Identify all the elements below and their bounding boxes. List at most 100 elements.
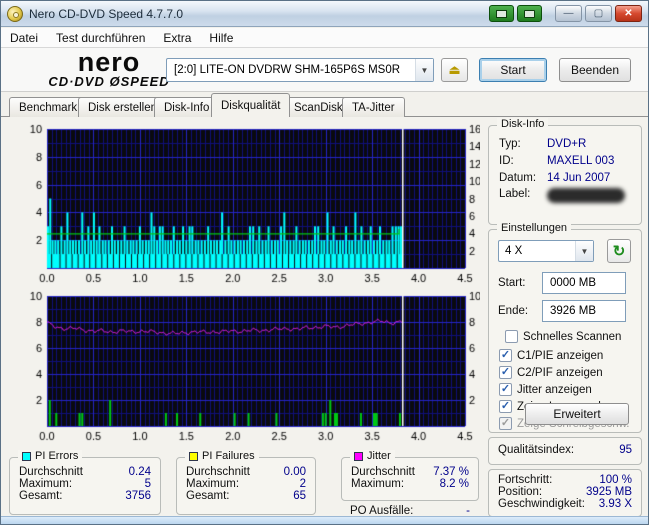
end-field-label: Ende:: [498, 305, 542, 317]
drive-select[interactable]: [2:0] LITE-ON DVDRW SHM-165P6S MS0R ▼: [166, 58, 434, 82]
position-label: Position:: [498, 486, 542, 498]
tab-disk-info[interactable]: Disk-Info: [154, 97, 219, 117]
menu-extra[interactable]: Extra: [154, 29, 200, 47]
refresh-button[interactable]: ↻: [607, 239, 631, 263]
tab-diskqualitaet[interactable]: Diskqualität: [211, 93, 290, 117]
avg-label: Durchschnitt: [19, 466, 83, 478]
checkbox-c2-pif[interactable]: ✓ C2/PIF anzeigen: [499, 366, 603, 379]
floppy-icon: [524, 10, 535, 18]
maximize-button[interactable]: ▢: [585, 5, 612, 22]
jitter-box: Jitter Durchschnitt 7.37 % Maximum: 8.2 …: [341, 457, 479, 501]
screenshot-icon: [496, 10, 507, 18]
jitter-title: Jitter: [367, 450, 391, 462]
jitter-chart: [8, 289, 480, 447]
checkbox-checked-icon: ✓: [499, 400, 512, 413]
disk-datum-label: Datum:: [499, 172, 547, 184]
pi-errors-title: PI Errors: [35, 450, 78, 462]
progress-label: Fortschritt:: [498, 474, 552, 486]
tab-ta-jitter[interactable]: TA-Jitter: [342, 97, 405, 117]
pi-failures-swatch-icon: [189, 452, 198, 461]
tab-strip: Benchmark Disk erstellen Disk-Info Diskq…: [1, 93, 648, 117]
checkbox-checked-icon: ✓: [499, 349, 512, 362]
pi-failures-title: PI Failures: [202, 450, 255, 462]
checkbox-checked-icon: ✓: [499, 417, 512, 430]
max-value: 2: [300, 478, 306, 490]
disk-datum-value: 14 Jun 2007: [547, 172, 610, 184]
speed-select[interactable]: 4 X ▼: [498, 240, 594, 262]
checkbox-checked-icon: ✓: [499, 383, 512, 396]
disk-label-label: Label:: [499, 188, 547, 203]
end-field[interactable]: 3926 MB: [542, 300, 626, 322]
disk-typ-label: Typ:: [499, 138, 547, 150]
drive-select-value: [2:0] LITE-ON DVDRW SHM-165P6S MS0R: [167, 64, 415, 76]
disk-id-value: MAXELL 003: [547, 155, 614, 167]
close-button[interactable]: ✕: [615, 5, 642, 22]
checkbox-label: C1/PIE anzeigen: [517, 350, 603, 362]
start-field-label: Start:: [498, 277, 542, 289]
chevron-down-icon[interactable]: ▼: [415, 59, 433, 81]
tab-benchmark[interactable]: Benchmark: [9, 97, 87, 117]
progress-box: Fortschritt: 100 % Position: 3925 MB Ges…: [488, 469, 642, 517]
quality-index-value: 95: [619, 444, 632, 456]
disk-info-group: Disk-Info Typ:DVD+R ID:MAXELL 003 Datum:…: [488, 125, 642, 225]
save-image-button[interactable]: [517, 5, 542, 22]
disk-info-title: Disk-Info: [497, 118, 548, 130]
checkbox-checked-icon: ✓: [499, 366, 512, 379]
checkbox-icon: [505, 330, 518, 343]
checkbox-label: C2/PIF anzeigen: [517, 367, 603, 379]
checkbox-label: Jitter anzeigen: [517, 384, 592, 396]
total-label: Gesamt:: [186, 490, 229, 502]
max-label: Maximum:: [351, 478, 404, 490]
checkbox-schnelles-scannen[interactable]: Schnelles Scannen: [505, 330, 621, 343]
progress-value: 100 %: [599, 474, 632, 486]
quit-button[interactable]: Beenden: [559, 58, 631, 82]
screenshot-button[interactable]: [489, 5, 514, 22]
total-value: 3756: [125, 490, 151, 502]
tab-content: Disk-Info Typ:DVD+R ID:MAXELL 003 Datum:…: [1, 117, 648, 518]
minimize-button[interactable]: —: [555, 5, 582, 22]
window-title: Nero CD-DVD Speed 4.7.7.0: [29, 7, 486, 21]
speed-label: Geschwindigkeit:: [498, 498, 585, 510]
start-field[interactable]: 0000 MB: [542, 272, 626, 294]
header-band: nero CD·DVD ØSPEED [2:0] LITE-ON DVDRW S…: [1, 48, 648, 92]
max-label: Maximum:: [186, 478, 239, 490]
app-window: Nero CD-DVD Speed 4.7.7.0 — ▢ ✕ Datei Te…: [0, 0, 649, 525]
avg-value: 0.24: [129, 466, 151, 478]
total-label: Gesamt:: [19, 490, 62, 502]
speed-value: 3.93 X: [599, 498, 632, 510]
checkbox-c1-pie[interactable]: ✓ C1/PIE anzeigen: [499, 349, 603, 362]
window-bottom-border: [1, 516, 648, 524]
app-disc-icon: [7, 6, 23, 22]
checkbox-label: Schnelles Scannen: [523, 331, 621, 343]
pi-errors-box: PI Errors Durchschnitt 0.24 Maximum: 5 G…: [9, 457, 161, 515]
max-value: 5: [145, 478, 151, 490]
advanced-button[interactable]: Erweitert: [525, 403, 629, 425]
max-label: Maximum:: [19, 478, 72, 490]
pi-failures-box: PI Failures Durchschnitt 0.00 Maximum: 2…: [176, 457, 316, 515]
pi-errors-swatch-icon: [22, 452, 31, 461]
title-bar: Nero CD-DVD Speed 4.7.7.0 — ▢ ✕: [1, 1, 648, 27]
disk-id-label: ID:: [499, 155, 547, 167]
total-value: 65: [293, 490, 306, 502]
menu-datei[interactable]: Datei: [1, 29, 47, 47]
jitter-swatch-icon: [354, 452, 363, 461]
disk-typ-value: DVD+R: [547, 138, 586, 150]
eject-button[interactable]: ⏏: [441, 58, 468, 82]
avg-label: Durchschnitt: [351, 466, 415, 478]
max-value: 8.2 %: [440, 478, 469, 490]
checkbox-jitter[interactable]: ✓ Jitter anzeigen: [499, 383, 592, 396]
chevron-down-icon[interactable]: ▼: [575, 241, 593, 261]
start-button[interactable]: Start: [479, 58, 547, 82]
speed-select-value: 4 X: [499, 245, 575, 257]
menu-test-durchfuehren[interactable]: Test durchführen: [47, 29, 154, 47]
quality-index-box: Qualitätsindex: 95: [488, 437, 642, 465]
avg-value: 7.37 %: [433, 466, 469, 478]
disk-label-redacted-value: [547, 188, 625, 203]
menu-hilfe[interactable]: Hilfe: [200, 29, 242, 47]
quality-index-label: Qualitätsindex:: [498, 444, 574, 456]
settings-title: Einstellungen: [497, 222, 571, 234]
menu-bar: Datei Test durchführen Extra Hilfe: [1, 28, 648, 48]
pi-errors-chart: [8, 120, 480, 286]
avg-label: Durchschnitt: [186, 466, 250, 478]
position-value: 3925 MB: [586, 486, 632, 498]
